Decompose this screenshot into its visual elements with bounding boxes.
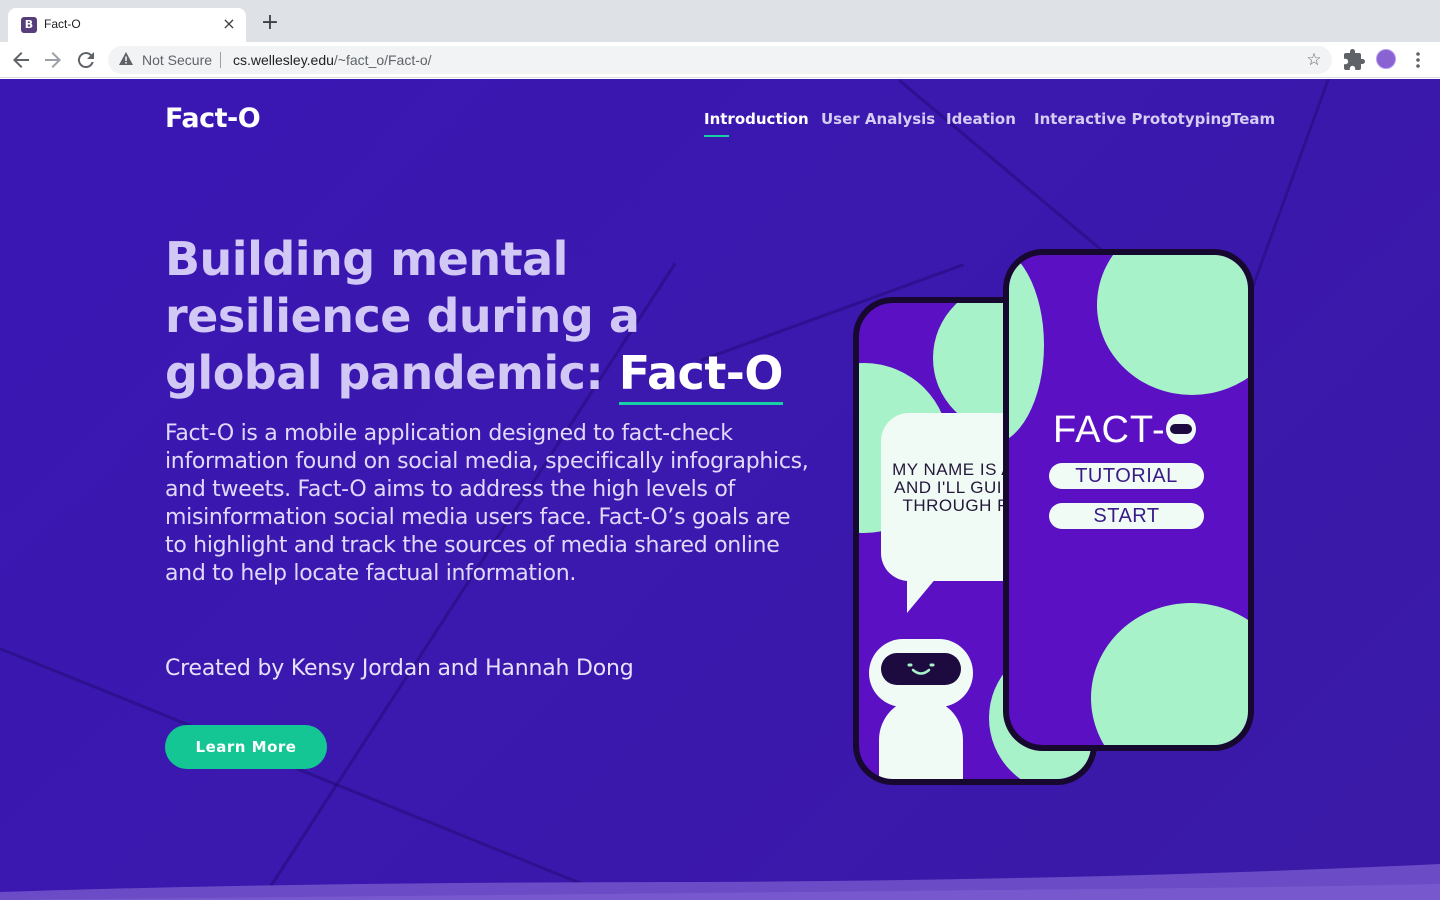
mint-circle [1091,603,1248,745]
menu-icon[interactable] [1406,48,1430,72]
learn-more-button[interactable]: Learn More [165,725,327,769]
tab-close-icon[interactable]: × [220,15,238,33]
hero-headline: Building mental resilience during a glob… [165,231,845,405]
forward-icon[interactable] [41,48,65,72]
robot-face [881,653,961,685]
nav-active-indicator [704,135,729,137]
app-logo-robot-icon [1165,414,1196,444]
page-content: Fact-O Introduction User Analysis Ideati… [0,79,1440,900]
omnibox-separator [220,52,221,68]
robot-smile-icon [907,663,935,675]
headline-highlight: Fact-O [618,346,784,405]
headline-line-3: global pandemic: [165,346,619,400]
browser-toolbar: Not Secure cs.wellesley.edu/~fact_o/Fact… [0,42,1440,78]
url-text[interactable]: cs.wellesley.edu/~fact_o/Fact-o/ [233,52,432,68]
speech-bubble-tail [907,577,937,613]
address-bar[interactable]: Not Secure cs.wellesley.edu/~fact_o/Fact… [108,46,1332,74]
extensions-icon[interactable] [1342,48,1366,72]
bottom-wave [0,864,1440,900]
headline-line-2: resilience during a [165,289,640,343]
app-illustration: MY NAME IS ATHENA AND I'LL GUIDE YOU THR… [850,249,1260,789]
nav-interactive-prototyping[interactable]: Interactive Prototyping [1034,110,1232,128]
reload-icon[interactable] [74,48,98,72]
new-tab-button[interactable]: + [259,12,281,35]
mint-circle [1009,255,1044,445]
phone-mockup-front: FACT- TUTORIAL START [1003,249,1254,751]
hero-description: Fact-O is a mobile application designed … [165,421,809,586]
security-label[interactable]: Not Secure [142,52,212,68]
url-path: /~fact_o/Fact-o/ [333,52,432,68]
url-host: cs.wellesley.edu [233,52,334,68]
bootstrap-favicon-icon: B [21,17,37,33]
browser-tab[interactable]: B Fact-O × [8,8,246,42]
tab-title: Fact-O [44,17,81,31]
background-line [898,79,1130,275]
browser-tabstrip: B Fact-O × + [0,0,1440,42]
back-icon[interactable] [9,48,33,72]
start-button: START [1049,503,1204,529]
nav-user-analysis[interactable]: User Analysis [821,110,935,128]
site-brand[interactable]: Fact-O [165,103,261,134]
warning-icon [119,52,133,65]
nav-team[interactable]: Team [1231,110,1275,128]
star-icon[interactable]: ☆ [1304,49,1324,70]
nav-ideation[interactable]: Ideation [946,110,1016,128]
avatar-icon[interactable] [1376,49,1396,69]
app-logo-title: FACT- [1053,409,1196,452]
nav-introduction[interactable]: Introduction [704,110,809,128]
hero-credit: Created by Kensy Jordan and Hannah Dong [165,656,634,681]
headline-line-1: Building mental [165,232,568,286]
tutorial-button: TUTORIAL [1049,463,1204,489]
mint-circle [1097,255,1248,395]
app-logo-text: FACT- [1053,409,1166,451]
robot-body [879,698,963,779]
